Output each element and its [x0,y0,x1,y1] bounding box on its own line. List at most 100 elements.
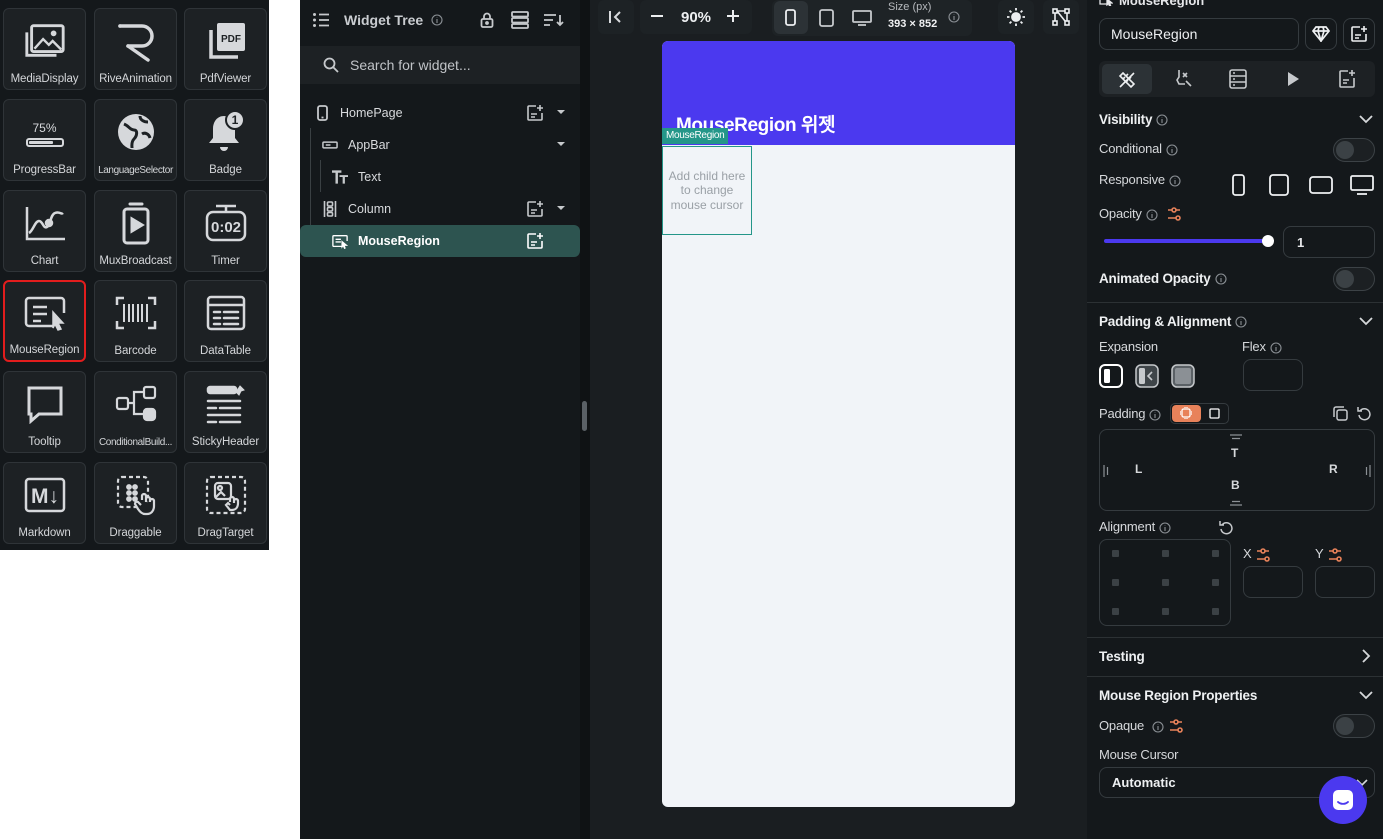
info-icon[interactable] [431,14,443,26]
variable-binding-icon[interactable] [1328,548,1342,562]
lock-icon[interactable] [480,12,494,28]
align-x-input[interactable] [1243,566,1303,598]
tab-animations[interactable] [1286,71,1300,87]
flow-view-button[interactable] [1043,0,1079,34]
reset-icon[interactable] [1219,520,1233,535]
tab-actions[interactable] [1173,69,1193,89]
info-icon[interactable] [1270,342,1282,354]
palette-tile-badge[interactable]: 1 Badge [184,99,267,181]
align-bottom-center[interactable] [1162,608,1169,615]
padding-per-side-icon[interactable] [1209,408,1220,419]
tree-node-mouseregion[interactable]: MouseRegion [300,225,580,257]
resize-handle[interactable] [582,401,587,431]
palette-tile-rive-animation[interactable]: RiveAnimation [94,8,177,90]
opaque-toggle[interactable] [1333,714,1375,738]
palette-tile-mux-broadcast[interactable]: MuxBroadcast [94,190,177,272]
chevron-down-icon[interactable] [557,109,565,115]
alignment-grid[interactable] [1099,539,1231,626]
info-icon[interactable] [1149,409,1161,421]
testing-section-title[interactable]: Testing [1099,649,1145,664]
desktop-icon[interactable] [852,10,872,26]
align-center[interactable] [1162,579,1169,586]
info-icon[interactable] [1166,144,1178,156]
padding-editor[interactable]: T L R B [1099,429,1375,511]
info-icon[interactable] [1169,175,1181,187]
palette-tile-chart[interactable]: Chart [3,190,86,272]
palette-tile-draggable[interactable]: Draggable [94,462,177,544]
add-child-button[interactable] [1343,18,1375,50]
tree-node-column[interactable]: Column [300,193,580,225]
tree-node-homepage[interactable]: HomePage [300,97,580,129]
opacity-slider-track[interactable] [1104,239,1268,243]
palette-tile-data-table[interactable]: DataTable [184,280,267,362]
align-top-center[interactable] [1162,550,1169,557]
responsive-desktop-icon[interactable] [1350,175,1374,195]
zoom-in-icon[interactable] [726,9,740,23]
chevron-down-icon[interactable] [1359,316,1373,326]
chevron-down-icon[interactable] [557,205,565,211]
promote-component-button[interactable] [1305,18,1337,50]
tablet-icon[interactable] [819,9,834,27]
align-y-input[interactable] [1315,566,1375,598]
palette-tile-sticky-header[interactable]: StickyHeader [184,371,267,453]
add-child-icon[interactable] [526,200,544,218]
layers-icon[interactable] [511,11,529,29]
align-top-left[interactable] [1112,550,1119,557]
mouse-region-widget[interactable]: Add child here to change mouse cursor [662,146,752,235]
add-child-icon[interactable] [526,104,544,122]
tree-node-appbar[interactable]: AppBar [300,129,580,161]
info-icon[interactable] [1156,114,1168,126]
add-child-icon[interactable] [526,232,544,250]
expansion-expanded-icon[interactable] [1171,364,1195,388]
flex-input[interactable] [1243,359,1303,391]
responsive-phone-icon[interactable] [1232,174,1245,196]
palette-tile-timer[interactable]: 0:02 Timer [184,190,267,272]
variable-binding-icon[interactable] [1169,719,1183,733]
info-icon[interactable] [1159,522,1171,534]
sort-icon[interactable] [543,12,565,28]
chat-support-button[interactable] [1319,776,1367,824]
reset-icon[interactable] [1357,406,1371,421]
tab-generate[interactable] [1338,69,1356,89]
chevron-down-icon[interactable] [1359,690,1373,700]
padding-alignment-section-title[interactable]: Padding & Alignment [1099,314,1247,329]
tab-backend-query[interactable] [1229,69,1247,89]
palette-tile-media-display[interactable]: MediaDisplay [3,8,86,90]
variable-binding-icon[interactable] [1256,548,1270,562]
info-icon[interactable] [1215,273,1227,285]
chevron-down-icon[interactable] [557,141,565,147]
copy-icon[interactable] [1333,406,1348,421]
chevron-right-icon[interactable] [1361,649,1371,663]
mouse-region-section-title[interactable]: Mouse Region Properties [1099,688,1257,703]
palette-tile-drag-target[interactable]: DragTarget [184,462,267,544]
info-icon[interactable] [948,11,960,23]
palette-tile-markdown[interactable]: M↓ Markdown [3,462,86,544]
align-bottom-right[interactable] [1212,608,1219,615]
palette-tile-mouse-region[interactable]: MouseRegion [3,280,86,362]
theme-toggle-button[interactable] [998,0,1034,34]
visibility-section-title[interactable]: Visibility [1099,112,1168,127]
align-center-left[interactable] [1112,579,1119,586]
variable-binding-icon[interactable] [1167,207,1181,221]
palette-tile-progress-bar[interactable]: 75% ProgressBar [3,99,86,181]
palette-tile-conditional-builder[interactable]: ConditionalBuild... [94,371,177,453]
info-icon[interactable] [1235,316,1247,328]
info-icon[interactable] [1146,209,1158,221]
collapse-panel-button[interactable] [598,0,634,34]
info-icon[interactable] [1152,721,1164,733]
align-center-right[interactable] [1212,579,1219,586]
palette-tile-pdf-viewer[interactable]: PDF PdfViewer [184,8,267,90]
palette-tile-language-selector[interactable]: LanguageSelector [94,99,177,181]
animated-opacity-toggle[interactable] [1333,267,1375,291]
opacity-slider-thumb[interactable] [1262,235,1274,247]
expansion-default-icon[interactable] [1099,364,1123,388]
palette-tile-barcode[interactable]: Barcode [94,280,177,362]
responsive-tablet-icon[interactable] [1269,174,1289,196]
expansion-flexible-icon[interactable] [1135,364,1159,388]
panel-divider[interactable] [580,0,590,839]
align-top-right[interactable] [1212,550,1219,557]
widget-name-input[interactable]: MouseRegion [1099,18,1299,50]
align-bottom-left[interactable] [1112,608,1119,615]
chevron-down-icon[interactable] [1359,114,1373,124]
palette-tile-tooltip[interactable]: Tooltip [3,371,86,453]
